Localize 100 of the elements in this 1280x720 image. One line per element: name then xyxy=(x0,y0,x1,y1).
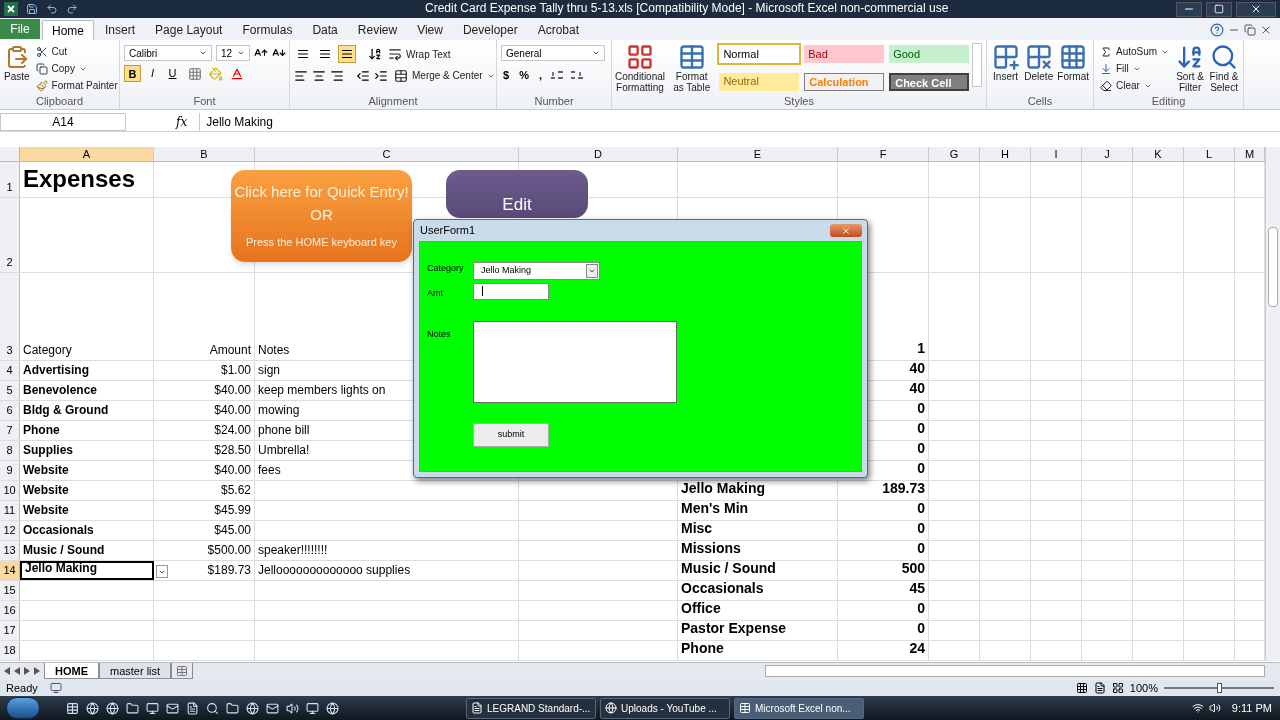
row-header[interactable]: 10 xyxy=(0,481,20,500)
number-format-field[interactable]: General xyxy=(501,45,605,61)
cell-text: $45.00 xyxy=(214,522,251,539)
font-name-field[interactable]: Calibri xyxy=(124,45,212,61)
row-header[interactable]: 13 xyxy=(0,541,20,560)
amt-input[interactable] xyxy=(473,283,549,300)
file-tab[interactable]: File xyxy=(0,19,40,39)
ribbon-tab[interactable]: Insert xyxy=(96,20,145,40)
fill-button[interactable]: Fill xyxy=(1098,60,1172,77)
format-as-table-button[interactable]: Format as Table xyxy=(668,43,716,96)
taskbar-window-button[interactable]: Uploads - YouTube ... xyxy=(600,697,730,719)
font-style-button[interactable]: B xyxy=(124,65,141,82)
row-header[interactable]: 15 xyxy=(0,581,20,600)
conditional-formatting-button[interactable]: Conditional Formatting xyxy=(616,43,664,96)
row-header[interactable]: 6 xyxy=(0,401,20,420)
merge-center-button[interactable]: Merge & Center xyxy=(392,67,497,84)
font-style-button[interactable]: I xyxy=(144,65,161,82)
row-header[interactable]: 16 xyxy=(0,601,20,620)
ribbon-tab[interactable]: Acrobat xyxy=(528,20,588,40)
vertical-scrollbar[interactable] xyxy=(1265,147,1280,661)
row-header[interactable]: 5 xyxy=(0,381,20,400)
cell-style-button[interactable]: Normal xyxy=(719,45,800,63)
cell-style-button[interactable]: Good xyxy=(889,45,970,63)
cell-text: Jello Making xyxy=(25,560,98,577)
column-header[interactable]: E xyxy=(678,147,838,161)
edit-categories-button[interactable]: Edit xyxy=(446,170,588,218)
copy-button[interactable]: Copy xyxy=(33,60,120,77)
number-format-button[interactable]: $ xyxy=(501,67,512,84)
column-header[interactable]: I xyxy=(1031,147,1082,161)
close-button[interactable] xyxy=(1236,1,1276,17)
cells-button[interactable]: Format xyxy=(1057,43,1089,96)
submit-button[interactable]: submit xyxy=(473,422,549,447)
column-header[interactable]: A xyxy=(20,147,154,161)
cells-button[interactable]: Delete xyxy=(1024,43,1054,96)
ribbon-tab[interactable]: Developer xyxy=(453,20,527,40)
ribbon-tab[interactable]: Page Layout xyxy=(146,20,232,40)
cell-style-button[interactable]: Check Cell xyxy=(889,72,970,91)
sheet-tab[interactable]: HOME xyxy=(44,663,99,679)
ribbon-tab[interactable]: View xyxy=(408,20,452,40)
new-sheet-button[interactable] xyxy=(171,663,194,679)
row-header[interactable]: 17 xyxy=(0,621,20,640)
name-box[interactable]: A14 xyxy=(0,112,126,131)
font-style-button[interactable]: U xyxy=(164,65,181,82)
ribbon-tab[interactable]: Home xyxy=(42,20,94,40)
formula-field[interactable]: Jello Making xyxy=(199,112,1280,131)
minimize-button[interactable] xyxy=(1176,1,1202,17)
ribbon-tab[interactable]: Data xyxy=(303,20,347,40)
column-header[interactable]: J xyxy=(1082,147,1133,161)
restore-button[interactable] xyxy=(1206,1,1232,17)
cell-style-button[interactable]: Bad xyxy=(804,45,885,63)
autosum-button[interactable]: AutoSum xyxy=(1098,43,1172,60)
paintbrush-icon xyxy=(35,79,48,92)
cell-style-button[interactable]: Neutral xyxy=(719,72,800,91)
row-header[interactable]: 11 xyxy=(0,501,20,520)
find-select-button[interactable]: Find & Select xyxy=(1209,43,1239,96)
zoom-slider-thumb[interactable] xyxy=(1217,683,1222,693)
row-header[interactable]: 14 xyxy=(0,561,20,580)
taskbar-window-button[interactable]: Microsoft Excel non... xyxy=(734,697,864,719)
taskbar-window-button[interactable]: LEGRAND Standard-... xyxy=(466,697,596,719)
sort-filter-button[interactable]: Sort & Filter xyxy=(1175,43,1206,96)
restore-icon xyxy=(1244,24,1256,36)
row-header[interactable]: 8 xyxy=(0,441,20,460)
column-header[interactable]: H xyxy=(980,147,1031,161)
dropdown-button[interactable] xyxy=(156,565,168,578)
caret-icon xyxy=(237,49,245,57)
column-header[interactable]: B xyxy=(154,147,255,161)
ribbon-tab[interactable]: Formulas xyxy=(233,20,302,40)
format-painter-button[interactable]: Format Painter xyxy=(33,77,120,94)
column-header[interactable]: F xyxy=(838,147,929,161)
horizontal-scrollbar[interactable] xyxy=(765,665,1265,677)
fill-color-icon xyxy=(209,66,223,81)
column-header[interactable]: G xyxy=(929,147,980,161)
row-header[interactable]: 2 xyxy=(0,198,20,272)
row-header[interactable]: 7 xyxy=(0,421,20,440)
row-header[interactable]: 18 xyxy=(0,641,20,660)
notes-textarea[interactable] xyxy=(473,320,677,403)
cells-button[interactable]: Insert xyxy=(991,43,1021,96)
category-dropdown[interactable]: Jello Making xyxy=(473,262,600,280)
excel-logo-icon xyxy=(4,2,18,16)
row-header[interactable]: 9 xyxy=(0,461,20,480)
row-header[interactable]: 3 xyxy=(0,273,20,360)
column-header[interactable]: C xyxy=(255,147,519,161)
cut-button[interactable]: Cut xyxy=(33,43,120,60)
font-size-field[interactable]: 12 xyxy=(216,45,250,61)
ribbon-tab[interactable]: Review xyxy=(348,20,407,40)
vertical-align-button[interactable] xyxy=(338,45,356,63)
sheet-tab[interactable]: master list xyxy=(99,663,172,679)
column-header[interactable]: D xyxy=(519,147,678,161)
number-format-button[interactable]: , xyxy=(536,67,544,84)
number-format-button[interactable]: % xyxy=(517,67,531,84)
row-header[interactable]: 4 xyxy=(0,361,20,380)
wrap-text-button[interactable]: Wrap Text xyxy=(386,45,453,63)
start-button[interactable] xyxy=(6,697,40,719)
paste-button[interactable]: Paste xyxy=(4,43,30,96)
row-header[interactable]: 12 xyxy=(0,521,20,540)
clear-button[interactable]: Clear xyxy=(1098,77,1172,94)
row-header[interactable]: 1 xyxy=(0,162,20,197)
column-header[interactable]: L xyxy=(1184,147,1235,161)
close-button[interactable] xyxy=(830,224,862,237)
column-header[interactable]: K xyxy=(1133,147,1184,161)
